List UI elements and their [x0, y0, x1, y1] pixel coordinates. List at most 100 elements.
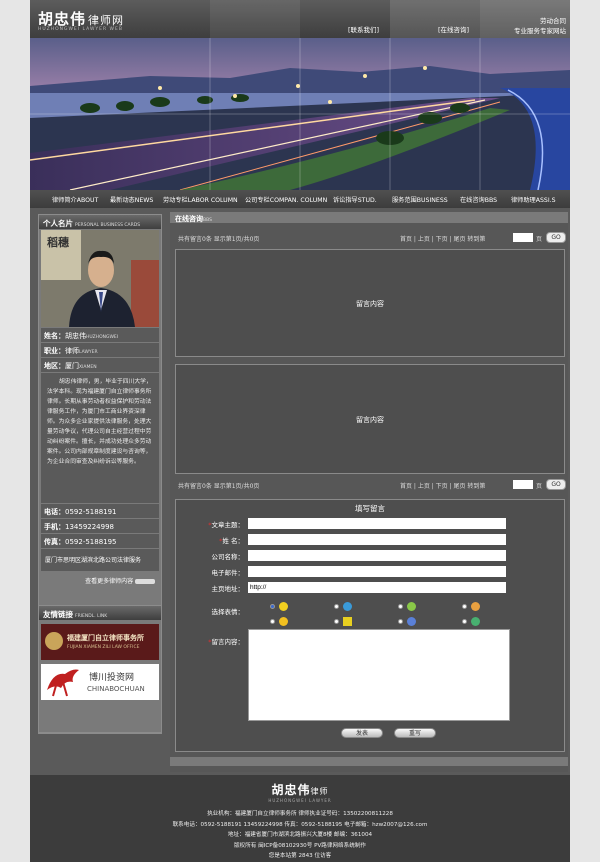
form-title: 填写留言	[355, 504, 385, 513]
link-zili-en: FUJIAN XIAMEN ZILI LAW OFFICE	[67, 645, 140, 650]
pager-top: 共有留言0条 显示第1页/共0页 首页 | 上页 | 下页 | 尾页 转到第 页…	[178, 232, 566, 246]
face-selector	[266, 602, 506, 632]
phone-row: 电话：0592-5188191	[41, 504, 159, 518]
grin-face-icon	[407, 602, 416, 611]
face-radio[interactable]	[462, 619, 467, 624]
link-bochuan-name: 博川投资网	[89, 673, 135, 683]
face-radio[interactable]	[462, 604, 467, 609]
main-title: 在线咨询BBS	[170, 212, 568, 223]
footer-line: 版权所有 闽ICP备08102930号 PV路律网络系统制作	[233, 842, 367, 849]
header-slogan: 劳动合同 专业服务专家网站	[514, 17, 566, 35]
visitor-counter: 您是本站第 2843 位访客	[268, 853, 332, 859]
link-zili-name: 福建厦门自立律师事务所	[67, 634, 144, 642]
footer-line: 联系电话：0592-5188191 13459224998 传真：0592-51…	[172, 821, 428, 828]
face-radio[interactable]	[398, 619, 403, 624]
pager-info: 共有留言0条 显示第1页/共0页	[178, 236, 260, 243]
content-textarea[interactable]	[248, 629, 510, 721]
face-radio[interactable]	[270, 619, 275, 624]
friend-links-panel: 友情链接 FRIENDL. LINK 福建厦门自立律师事务所 FUJIAN XIA…	[38, 605, 162, 733]
page: 胡忠伟 律师网 HUZHONGWEI LAWYER WEB [联系我们] [在线咨…	[30, 0, 570, 862]
link-bochuan[interactable]: 博川投资网 CHINABOCHUAN	[41, 664, 159, 700]
pager-info: 共有留言0条 显示第1页/共0页	[178, 483, 260, 490]
main-content: 在线咨询BBS 共有留言0条 显示第1页/共0页 首页 | 上页 | 下页 | …	[170, 212, 568, 772]
content-label: 留言内容：	[211, 638, 245, 646]
main-navigation: 律师简介ABOUT 最新动态NEWS 劳动专栏LABOR COLUMN 公司专栏…	[30, 190, 570, 208]
face-label: 选择表情：	[211, 608, 245, 616]
happy-face-icon	[471, 617, 480, 626]
photo-caption: 稻穗	[47, 236, 69, 249]
smile-face-icon	[279, 602, 288, 611]
nav-item-company[interactable]: 公司专栏COMPAN. COLUMN	[245, 195, 327, 204]
homepage-input[interactable]	[248, 582, 506, 593]
pager-nav[interactable]: 首页 | 上页 | 下页 | 尾页 转到第	[400, 234, 485, 243]
nav-item-business[interactable]: 服务范围BUSINESS	[392, 195, 448, 204]
pager-unit: 页	[536, 236, 543, 243]
nav-item-bbs[interactable]: 在线咨询BBS	[460, 195, 497, 204]
sad-face-icon	[471, 602, 480, 611]
header-panel	[210, 0, 300, 38]
nav-item-litigation[interactable]: 诉讼指导STUD.	[333, 195, 377, 204]
email-input[interactable]	[248, 566, 506, 577]
name-row: 姓名：胡忠伟HUZHONGWEI	[41, 328, 159, 342]
link-zili-law[interactable]: 福建厦门自立律师事务所 FUJIAN XIAMEN ZILI LAW OFFIC…	[41, 624, 159, 660]
message-item: 留言内容	[175, 249, 565, 357]
email-label: 电子邮件：	[211, 569, 245, 577]
lawyer-photo: 稻穗	[41, 230, 159, 327]
go-button[interactable]: GO	[546, 232, 566, 243]
contact-link[interactable]: [联系我们]	[348, 24, 379, 34]
page-number-input[interactable]	[513, 480, 533, 489]
zili-logo-icon	[45, 632, 63, 650]
more-arrow-icon	[135, 579, 155, 584]
nav-item-news[interactable]: 最新动态NEWS	[110, 195, 153, 204]
footer: 胡忠伟律师 HUZHONGWEI LAWYER 执业机构：福建厦门自立律师事务所…	[30, 775, 570, 862]
question-icon	[407, 617, 416, 626]
lawyer-bio: 胡忠伟律师，男，毕业于四川大学，法学本科。现为福建厦门自立律师事务所律师。长期从…	[41, 373, 159, 503]
address-text: 厦门市思明区湖滨北路公司法律服务	[41, 549, 159, 571]
pager-unit: 页	[536, 483, 543, 490]
go-button[interactable]: GO	[546, 479, 566, 490]
job-row: 职业：律师LAWYER	[41, 343, 159, 357]
site-logo-en: HUZHONGWEI LAWYER WEB	[38, 27, 123, 32]
cool-face-icon	[343, 602, 352, 611]
warning-icon	[343, 617, 352, 626]
nav-item-labor[interactable]: 劳动专栏LABOR COLUMN	[163, 195, 238, 204]
homepage-label: 主页地址：	[211, 585, 245, 593]
topic-input[interactable]	[248, 518, 506, 529]
face-radio[interactable]	[270, 604, 275, 609]
header: 胡忠伟 律师网 HUZHONGWEI LAWYER WEB [联系我们] [在线咨…	[30, 0, 570, 38]
pager-bottom: 共有留言0条 显示第1页/共0页 首页 | 上页 | 下页 | 尾页 转到第 页…	[178, 479, 566, 493]
footer-logo: 胡忠伟律师	[271, 783, 329, 797]
banner-image	[30, 38, 570, 190]
topic-label: 文章主题：	[211, 521, 245, 529]
fax-row: 传真：0592-5188195	[41, 534, 159, 548]
page-number-input[interactable]	[513, 233, 533, 242]
name-label: 姓 名：	[222, 537, 244, 545]
company-label: 公司名称：	[211, 553, 245, 561]
site-logo[interactable]: 胡忠伟 律师网	[38, 8, 124, 29]
name-input[interactable]	[248, 534, 506, 545]
footer-logo-en: HUZHONGWEI LAWYER	[268, 798, 332, 803]
face-radio[interactable]	[398, 604, 403, 609]
bochuan-logo-icon	[47, 669, 79, 697]
links-title: 友情链接 FRIENDL. LINK	[39, 606, 161, 620]
message-item: 留言内容	[175, 364, 565, 474]
company-input[interactable]	[248, 550, 506, 561]
nav-item-assistant[interactable]: 律师助理ASSI.S	[511, 195, 556, 204]
submit-button[interactable]: 发表	[341, 728, 383, 738]
consult-link[interactable]: [在线咨询]	[438, 24, 469, 34]
face-radio[interactable]	[334, 619, 339, 624]
more-button[interactable]: 查看更多律师内容	[41, 573, 159, 587]
link-bochuan-en: CHINABOCHUAN	[87, 685, 145, 693]
footer-line: 地址：福建省厦门市湖滨北路振兴大厦8楼 邮编：361004	[227, 832, 373, 838]
profile-title: 个人名片 PERSONAL BUSINESS CARDS	[39, 215, 161, 229]
footer-line: 执业机构：福建厦门自立律师事务所 律师执业证号码：13502200811228	[207, 811, 393, 817]
message-form: 填写留言 *文章主题： *姓 名： 公司名称： 电子邮件： 主页地址： 选择表情…	[175, 499, 565, 752]
reset-button[interactable]: 重写	[394, 728, 436, 738]
nav-item-about[interactable]: 律师简介ABOUT	[52, 195, 98, 204]
pager-nav[interactable]: 首页 | 上页 | 下页 | 尾页 转到第	[400, 481, 485, 490]
main-bottom-bar	[170, 757, 568, 766]
face-radio[interactable]	[334, 604, 339, 609]
region-row: 地区：厦门XIAMEN	[41, 358, 159, 372]
mobile-row: 手机：13459224998	[41, 519, 159, 533]
wink-face-icon	[279, 617, 288, 626]
